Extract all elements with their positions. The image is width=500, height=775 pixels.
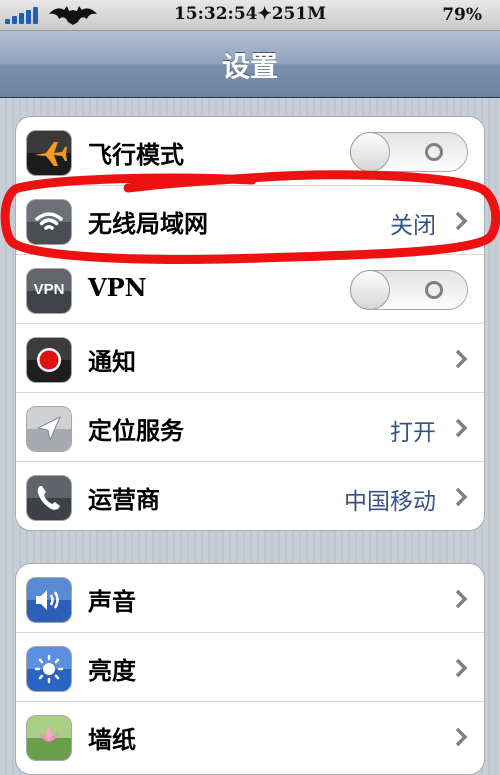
row-label: 飞行模式: [88, 141, 184, 169]
phone-icon: [27, 476, 71, 520]
navigation-bar: 设置: [0, 31, 500, 98]
chevron-right-icon: [455, 349, 468, 369]
row-label: 定位服务: [88, 417, 184, 445]
vpn-toggle[interactable]: [350, 270, 468, 310]
chevron-right-icon: [455, 418, 468, 438]
row-vpn: VPN VPN: [16, 255, 484, 324]
airplane-mode-toggle[interactable]: [350, 132, 468, 172]
brightness-icon: [27, 647, 71, 691]
toggle-off-icon: [425, 143, 443, 161]
toggle-knob: [350, 132, 390, 172]
wallpaper-icon: [27, 716, 71, 760]
row-airplane-mode: 飞行模式: [16, 117, 484, 186]
row-value: 打开: [390, 420, 436, 446]
wifi-icon: [27, 200, 71, 244]
toggle-knob: [350, 270, 390, 310]
row-brightness[interactable]: 亮度: [16, 633, 484, 702]
page-title: 设置: [221, 50, 278, 83]
row-carrier[interactable]: 运营商 中国移动: [16, 462, 484, 530]
chevron-right-icon: [455, 727, 468, 747]
status-time: 15:32:54✦251M: [173, 4, 327, 24]
chevron-right-icon: [455, 589, 468, 609]
row-label: 声音: [88, 588, 136, 616]
row-label: VPN: [88, 273, 147, 302]
row-label: 无线局域网: [88, 210, 208, 238]
vpn-icon-text: VPN: [33, 281, 65, 298]
row-wallpaper[interactable]: 墙纸: [16, 702, 484, 770]
row-label: 通知: [88, 348, 136, 376]
row-sounds[interactable]: 声音: [16, 564, 484, 633]
settings-group-connectivity: 飞行模式 无线局域网 关闭 VPN VPN 通知 定位服务 打开 运营商 中国移…: [15, 116, 485, 531]
row-label: 运营商: [88, 486, 160, 514]
row-value: 关闭: [390, 213, 436, 239]
row-wifi[interactable]: 无线局域网 关闭: [16, 186, 484, 255]
airplane-icon: [27, 131, 71, 175]
chevron-right-icon: [455, 487, 468, 507]
chevron-right-icon: [455, 658, 468, 678]
vpn-icon: VPN: [27, 269, 71, 313]
sound-icon: [27, 578, 71, 622]
row-location-services[interactable]: 定位服务 打开: [16, 393, 484, 462]
toggle-off-icon: [425, 281, 443, 299]
row-label: 亮度: [88, 657, 136, 685]
location-icon: [27, 407, 71, 451]
row-value: 中国移动: [344, 489, 436, 515]
chevron-right-icon: [455, 211, 468, 231]
battery-percent: 79%: [442, 5, 482, 25]
status-bar: 15:32:54✦251M 79%: [0, 0, 500, 31]
row-notifications[interactable]: 通知: [16, 324, 484, 393]
notifications-icon: [27, 338, 71, 382]
settings-group-display: 声音 亮度 墙纸: [15, 563, 485, 775]
